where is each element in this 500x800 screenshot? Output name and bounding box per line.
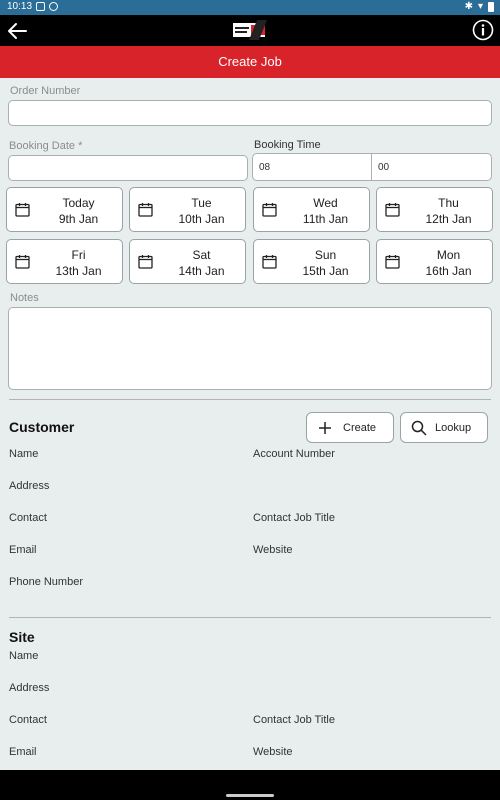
day-button-mon[interactable]: Mon 16th Jan — [376, 239, 493, 284]
page-title: Create Job — [0, 46, 500, 78]
lookup-button-label: Lookup — [435, 422, 472, 434]
notes-field[interactable] — [8, 307, 492, 390]
status-bar: 10:13 ✱ ▾ — [0, 0, 500, 15]
notes-label: Notes — [10, 292, 39, 304]
booking-hour-input[interactable]: 08 — [259, 162, 270, 173]
bluetooth-icon: ✱ — [464, 1, 473, 12]
customer-contact-job-title-label: Contact Job Title — [253, 512, 335, 524]
calendar-icon — [15, 203, 30, 217]
navigation-bar — [0, 770, 500, 800]
section-divider — [9, 617, 491, 618]
wifi-icon: ▾ — [477, 1, 483, 12]
day-button-wed[interactable]: Wed 11th Jan — [253, 187, 370, 232]
day-date: 13th Jan — [55, 264, 102, 278]
day-date: 10th Jan — [178, 212, 225, 226]
notification-icons — [36, 2, 58, 11]
day-date: 12th Jan — [425, 212, 472, 226]
day-name: Wed — [313, 196, 338, 210]
lookup-customer-button[interactable]: Lookup — [400, 412, 488, 443]
customer-address-label: Address — [9, 480, 50, 492]
plus-icon — [319, 422, 331, 434]
day-name: Fri — [71, 248, 86, 262]
day-name: Thu — [438, 196, 459, 210]
booking-time-field: 08 00 — [252, 153, 492, 181]
day-name: Tue — [191, 196, 212, 210]
battery-icon — [488, 1, 494, 12]
day-date: 16th Jan — [425, 264, 472, 278]
create-customer-button[interactable]: Create — [306, 412, 394, 443]
search-icon — [411, 420, 427, 436]
site-website-label: Website — [253, 746, 293, 758]
booking-date-label: Booking Date * — [9, 140, 83, 152]
back-arrow-icon — [8, 23, 27, 39]
day-button-tue[interactable]: Tue 10th Jan — [129, 187, 246, 232]
day-name: Sat — [192, 248, 211, 262]
section-divider — [9, 399, 491, 400]
day-date: 9th Jan — [58, 212, 99, 226]
day-name: Sun — [314, 248, 337, 262]
site-email-label: Email — [9, 746, 37, 758]
day-date: 11th Jan — [302, 212, 349, 226]
calendar-icon — [15, 255, 30, 269]
booking-date-field[interactable] — [8, 155, 248, 181]
home-gesture-handle[interactable] — [226, 794, 274, 797]
site-contact-job-title-label: Contact Job Title — [253, 714, 335, 726]
customer-name-label: Name — [9, 448, 39, 460]
customer-email-label: Email — [9, 544, 37, 556]
day-button-fri[interactable]: Fri 13th Jan — [6, 239, 123, 284]
day-name: Today — [62, 196, 95, 210]
site-name-label: Name — [9, 650, 39, 662]
day-button-sat[interactable]: Sat 14th Jan — [129, 239, 246, 284]
time-separator — [371, 154, 372, 180]
day-button-sun[interactable]: Sun 15th Jan — [253, 239, 370, 284]
calendar-icon — [262, 203, 277, 217]
create-job-form: Order Number Booking Date * Booking Time… — [0, 78, 500, 770]
order-number-field[interactable] — [8, 100, 492, 126]
site-section-title: Site — [9, 629, 35, 645]
create-button-label: Create — [343, 422, 377, 434]
day-name: Mon — [436, 248, 461, 262]
day-date: 14th Jan — [178, 264, 225, 278]
back-button[interactable] — [4, 18, 30, 44]
system-icons: ✱ ▾ — [465, 1, 494, 12]
site-contact-label: Contact — [9, 714, 47, 726]
customer-phone-number-label: Phone Number — [9, 576, 83, 588]
notification-icon — [36, 2, 45, 11]
customer-contact-label: Contact — [9, 512, 47, 524]
info-button[interactable] — [472, 19, 494, 41]
calendar-icon — [138, 255, 153, 269]
booking-minute-input[interactable]: 00 — [378, 162, 389, 173]
booking-time-label: Booking Time — [254, 139, 321, 151]
calendar-icon — [385, 255, 400, 269]
app-bar — [0, 15, 500, 46]
calendar-icon — [138, 203, 153, 217]
site-address-label: Address — [9, 682, 50, 694]
order-number-label: Order Number — [10, 85, 81, 97]
status-time: 10:13 — [7, 1, 33, 12]
day-button-thu[interactable]: Thu 12th Jan — [376, 187, 493, 232]
day-button-today[interactable]: Today 9th Jan — [6, 187, 123, 232]
calendar-icon — [262, 255, 277, 269]
customer-section-title: Customer — [9, 419, 75, 435]
day-date: 15th Jan — [302, 264, 349, 278]
app-logo — [231, 20, 269, 40]
sync-icon — [49, 2, 58, 11]
calendar-icon — [385, 203, 400, 217]
customer-website-label: Website — [253, 544, 293, 556]
customer-account-number-label: Account Number — [253, 448, 335, 460]
info-icon — [472, 19, 494, 41]
